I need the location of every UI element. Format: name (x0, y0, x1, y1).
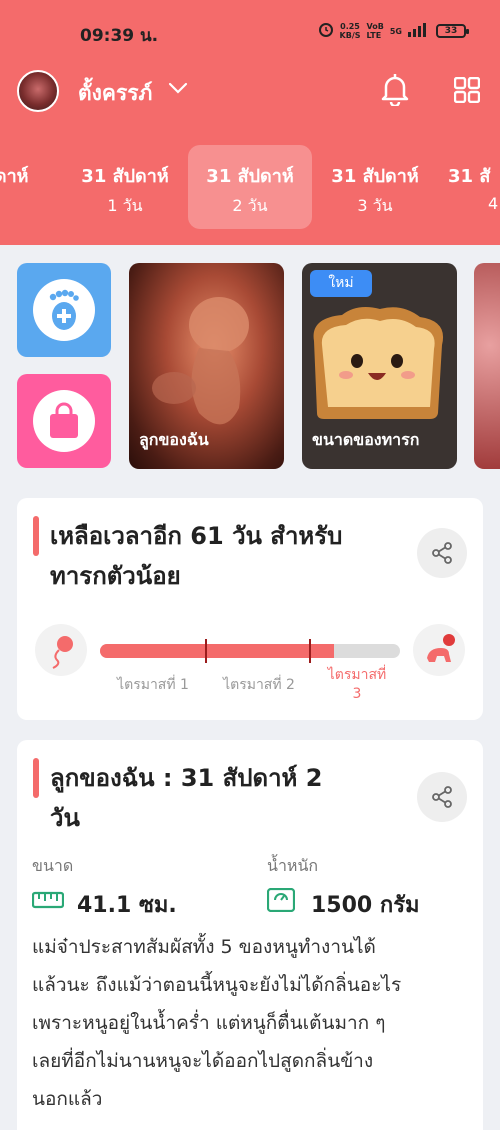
share-icon (432, 542, 452, 564)
description-line: แม่จ๋าประสาทสัมผัสทั้ง 5 ของหนูทำงานได้ (32, 936, 376, 958)
top-bar: ตั้งครรภ์ (0, 68, 500, 112)
countdown-card: เหลือเวลาอีก 61 วัน สำหรับ ทารกตัวน้อย ไ… (17, 498, 483, 720)
baby-size-card[interactable]: ใหม่ ขนาดของทารก (302, 263, 457, 469)
week-tab[interactable]: ปดาห์ (0, 145, 68, 229)
share-button[interactable] (417, 528, 467, 578)
week-tab-day: 2 วัน (232, 196, 268, 215)
status-bar: 09:39 น. 0.25 KB/S VoB LTE 5G 33 (0, 18, 500, 46)
my-baby-card[interactable]: ลูกของฉัน (129, 263, 284, 469)
description-line: เลยที่อีกไม่นานหนูจะได้ออกไปสูดกลิ่นข้าง (32, 1050, 374, 1072)
shopping-shortcut[interactable] (17, 374, 111, 468)
week-tab-label: 31 สัปดาห์ (331, 166, 419, 187)
speed-value: 0.25 (340, 22, 360, 31)
bell-icon[interactable] (380, 72, 410, 110)
avatar[interactable] (17, 70, 59, 112)
share-button[interactable] (417, 772, 467, 822)
countdown-title: เหลือเวลาอีก 61 วัน สำหรับ ทารกตัวน้อย (50, 516, 342, 596)
baby-info-title: ลูกของฉัน : 31 สัปดาห์ 2 วัน (50, 758, 322, 838)
accent-bar (33, 516, 39, 556)
scale-icon (266, 887, 296, 916)
size-label: ขนาด (32, 856, 74, 875)
trimester-3-label: ไตรมาสที่ 3 (317, 666, 397, 704)
week-tabs: ปดาห์ 31 สัปดาห์ 1 วัน 31 สัปดาห์ 2 วัน … (0, 145, 500, 229)
baby-info-title-line2: วัน (50, 804, 80, 832)
week-tab-active[interactable]: 31 สัปดาห์ 2 วัน (188, 145, 312, 229)
description-line: นอกแล้ว (32, 1088, 103, 1110)
trimester-divider (205, 639, 207, 663)
battery-icon: 33 (436, 24, 469, 38)
week-tab-label: ปดาห์ (0, 166, 29, 187)
volte-top: VoB (366, 22, 384, 31)
baby-foot-shortcut[interactable] (17, 263, 111, 357)
profile-name[interactable]: ตั้งครรภ์ (78, 77, 152, 110)
baby-info-title-line1: ลูกของฉัน : 31 สัปดาห์ 2 (50, 764, 323, 792)
baby-foot-plus-icon (33, 279, 95, 341)
crawling-baby-icon (413, 624, 465, 676)
baby-info-card: ลูกของฉัน : 31 สัปดาห์ 2 วัน ขนาด 41.1 ซ… (17, 740, 483, 1130)
signal-icon (408, 22, 430, 41)
description-line: แล้วนะ ถึงแม้ว่าตอนนี้หนูจะยังไม่ได้กลิ่… (32, 974, 402, 996)
volte-bottom: LTE (366, 31, 382, 40)
new-badge: ใหม่ (310, 270, 372, 297)
description-line: เพราะหนูอยู่ในน้ำคร่ำ แต่หนูก็ตื่นเต้นมา… (32, 1012, 386, 1034)
ruler-icon (31, 890, 65, 914)
countdown-title-line2: ทารกตัวน้อย (50, 562, 181, 590)
grid-icon[interactable] (453, 76, 481, 107)
my-baby-caption: ลูกของฉัน (139, 430, 209, 449)
network-speed: 0.25 KB/S (340, 22, 361, 40)
week-tab-label: 31 สั (448, 166, 491, 187)
week-tab-day: 1 วัน (107, 196, 143, 215)
week-tab-label: 31 สัปดาห์ (81, 166, 169, 187)
week-tab[interactable]: 31 สัปดาห์ 3 วัน (313, 145, 437, 229)
week-tab-day: 4 (488, 194, 499, 213)
status-icons: 0.25 KB/S VoB LTE 5G 33 (318, 21, 469, 41)
week-tab-day: 3 วัน (357, 196, 393, 215)
baby-size-caption: ขนาดของทารก (312, 430, 420, 449)
progress-fill (100, 644, 334, 658)
sperm-icon (35, 624, 87, 676)
shopping-bag-icon (33, 390, 95, 452)
next-feature-card[interactable] (474, 263, 500, 469)
week-tab-label: 31 สัปดาห์ (206, 166, 294, 187)
accent-bar (33, 758, 39, 798)
app-header: 09:39 น. 0.25 KB/S VoB LTE 5G 33 ตั้งครรภ์ (0, 0, 500, 245)
week-tab[interactable]: 31 สัปดาห์ 1 วัน (63, 145, 187, 229)
alarm-icon (318, 21, 334, 41)
status-time: 09:39 น. (80, 26, 159, 46)
chevron-down-icon[interactable] (168, 80, 188, 99)
share-icon (432, 786, 452, 808)
baby-description: แม่จ๋าประสาทสัมผัสทั้ง 5 ของหนูทำงานได้ … (32, 928, 472, 1118)
trimester-3-label-line2: 3 (352, 686, 362, 702)
trimester-2-label: ไตรมาสที่ 2 (223, 677, 295, 693)
trimester-1-label: ไตรมาสที่ 1 (117, 677, 189, 693)
trimester-divider (309, 639, 311, 663)
weight-label: น้ำหนัก (267, 856, 319, 875)
size-value: 41.1 ซม. (77, 893, 177, 918)
countdown-title-line1: เหลือเวลาอีก 61 วัน สำหรับ (50, 522, 343, 550)
network-type: 5G (389, 26, 402, 36)
weight-value: 1500 กรัม (311, 893, 420, 918)
trimester-progress-bar (100, 644, 400, 658)
speed-unit: KB/S (339, 31, 361, 40)
week-tab[interactable]: 31 สั 4 (438, 145, 500, 229)
volte-indicator: VoB LTE (367, 22, 384, 40)
trimester-3-label-line1: ไตรมาสที่ (327, 667, 387, 683)
